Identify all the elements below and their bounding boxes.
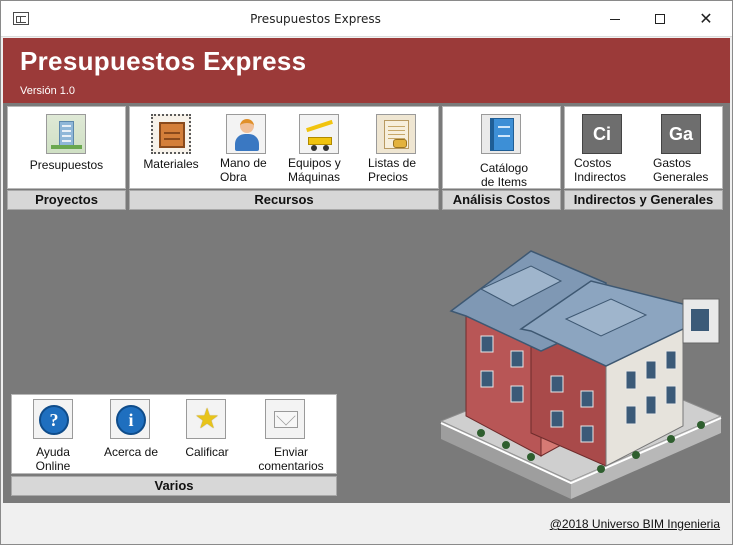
book-icon: [481, 114, 521, 154]
title-bar: Presupuestos Express ✕: [1, 1, 732, 37]
gastos-generales-label: Gastos Generales: [653, 156, 709, 184]
ga-icon: Ga: [661, 114, 701, 154]
costos-indirectos-button[interactable]: Ci Costos Indirectos: [565, 107, 644, 188]
acerca-de-button[interactable]: i Acerca de: [94, 395, 168, 473]
app-title: Presupuestos Express: [20, 46, 307, 76]
mano-de-obra-label: Mano de Obra: [220, 156, 267, 184]
group-proyectos: Presupuestos: [7, 106, 126, 189]
group-label-proyectos: Proyectos: [7, 190, 126, 210]
listas-de-precios-label: Listas de Precios: [368, 156, 417, 184]
ayuda-online-label: Ayuda Online: [35, 445, 71, 473]
copyright-link[interactable]: @2018 Universo BIM Ingenieria: [550, 517, 720, 531]
version-label: Versión 1.0: [20, 85, 76, 97]
help-glyph: ?: [39, 405, 69, 435]
group-indirectos: Ci Costos Indirectos Ga Gastos Generales: [564, 106, 723, 189]
catalogo-button[interactable]: Catálogo de Items: [443, 107, 560, 189]
listas-de-precios-button[interactable]: Listas de Precios: [360, 107, 438, 188]
window-title: Presupuestos Express: [250, 12, 381, 26]
star-icon: ★: [186, 399, 226, 439]
ayuda-online-button[interactable]: ? Ayuda Online: [12, 395, 94, 473]
catalogo-label: Catálogo de Items: [479, 161, 529, 189]
equipos-button[interactable]: Equipos y Máquinas: [280, 107, 360, 188]
close-icon: ✕: [699, 9, 713, 28]
calificar-label: Calificar: [185, 445, 229, 459]
minimize-button[interactable]: [593, 1, 637, 37]
price-list-icon: [376, 114, 416, 154]
group-label-analisis: Análisis Costos: [442, 190, 561, 210]
gastos-generales-button[interactable]: Ga Gastos Generales: [644, 107, 722, 188]
mano-de-obra-button[interactable]: Mano de Obra: [212, 107, 280, 188]
materiales-label: Materiales: [143, 157, 199, 171]
group-recursos: Materiales Mano de Obra Equipos y Máquin…: [129, 106, 439, 189]
costos-indirectos-label: Costos Indirectos: [574, 156, 627, 184]
equipos-label: Equipos y Máquinas: [288, 156, 341, 184]
building-illustration: [439, 250, 723, 499]
calificar-button[interactable]: ★ Calificar: [168, 395, 246, 473]
group-analisis: Catálogo de Items: [442, 106, 561, 189]
info-icon: i: [110, 399, 150, 439]
building-icon: [46, 114, 86, 154]
group-label-indirectos: Indirectos y Generales: [564, 190, 723, 210]
materiales-button[interactable]: Materiales: [130, 107, 212, 188]
info-glyph: i: [116, 405, 146, 435]
header-banner: Presupuestos Express Versión 1.0: [3, 38, 730, 103]
group-label-varios: Varios: [11, 476, 337, 496]
crate-icon: [151, 114, 191, 154]
ci-icon: Ci: [582, 114, 622, 154]
acerca-de-label: Acerca de: [103, 445, 159, 459]
crane-truck-icon: [299, 114, 339, 154]
group-label-recursos: Recursos: [129, 190, 439, 210]
mail-icon: [265, 399, 305, 439]
enviar-comentarios-button[interactable]: Enviar comentarios: [246, 395, 336, 473]
presupuestos-label: Presupuestos: [29, 158, 104, 172]
app-window: Presupuestos Express ✕ Presupuestos Expr…: [0, 0, 733, 545]
worker-icon: [226, 114, 266, 154]
help-icon: ?: [33, 399, 73, 439]
enviar-comentarios-label: Enviar comentarios: [258, 445, 324, 473]
maximize-button[interactable]: [638, 1, 682, 37]
presupuestos-button[interactable]: Presupuestos: [8, 107, 125, 188]
footer: @2018 Universo BIM Ingenieria: [3, 503, 730, 544]
group-varios: ? Ayuda Online i Acerca de ★ Calificar E…: [11, 394, 337, 474]
maximize-icon: [655, 14, 665, 24]
minimize-icon: [610, 18, 620, 20]
close-button[interactable]: ✕: [684, 1, 728, 37]
